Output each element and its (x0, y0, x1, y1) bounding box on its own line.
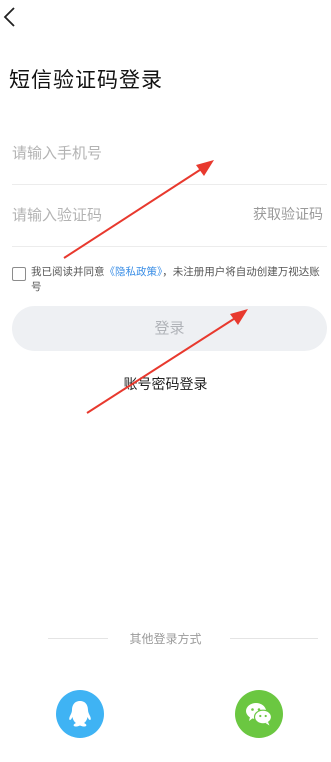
wechat-login-button[interactable] (235, 690, 283, 738)
agreement-prefix: 我已阅读并同意 (31, 266, 105, 278)
qq-login-button[interactable] (56, 690, 104, 738)
phone-field-row (12, 130, 327, 185)
agreement-text: 我已阅读并同意《隐私政策》，未注册用户将自动创建万视达账号 (31, 265, 322, 295)
verification-code-input[interactable] (12, 204, 212, 226)
page-title: 短信验证码登录 (9, 68, 163, 92)
agreement-checkbox[interactable] (12, 267, 26, 281)
agreement-row: 我已阅读并同意《隐私政策》，未注册用户将自动创建万视达账号 (12, 265, 322, 295)
back-button[interactable] (2, 6, 20, 28)
qq-icon (69, 701, 91, 727)
divider-right (230, 638, 318, 639)
wechat-icon (246, 703, 273, 726)
get-code-button[interactable]: 获取验证码 (253, 204, 323, 224)
login-button[interactable]: 登录 (12, 306, 327, 351)
code-field-row: 获取验证码 (12, 192, 327, 247)
privacy-policy-link[interactable]: 《隐私政策》 (105, 266, 163, 278)
chevron-left-icon (3, 7, 15, 27)
password-login-link[interactable]: 账号密码登录 (0, 374, 331, 394)
phone-input[interactable] (12, 142, 327, 164)
